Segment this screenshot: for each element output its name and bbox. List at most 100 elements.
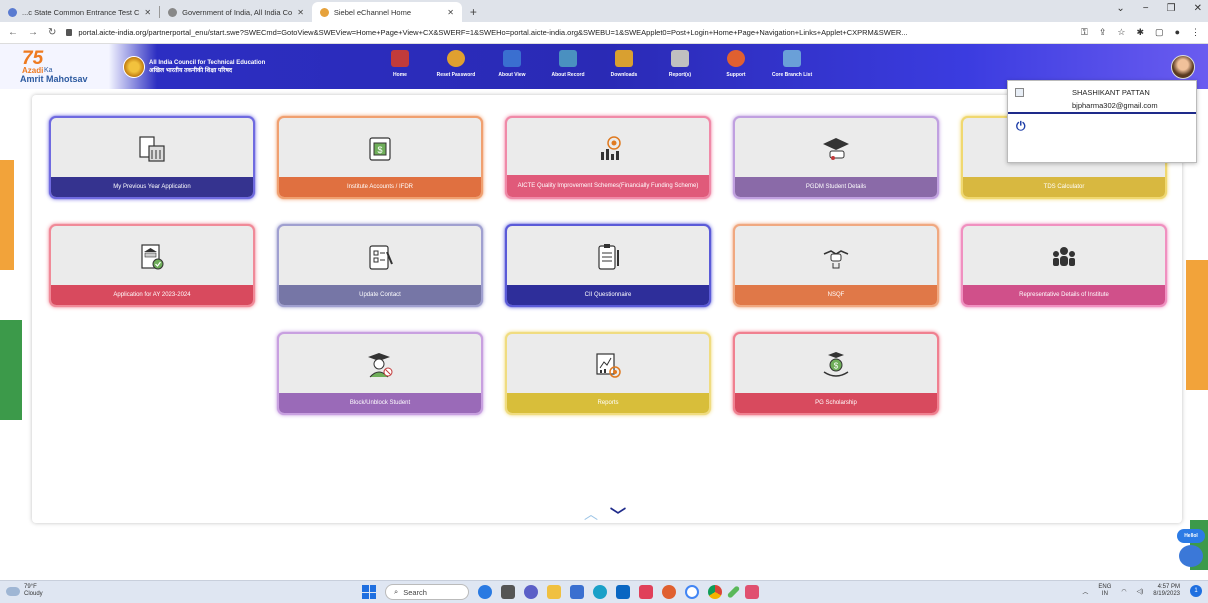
browser-app-icon[interactable] bbox=[662, 585, 676, 599]
tile-label: CII Questionnaire bbox=[507, 285, 709, 305]
tile-pg-scholarship[interactable]: $ PG Scholarship bbox=[733, 332, 939, 415]
browser-tab-2[interactable]: Government of India, All India Co ✕ bbox=[160, 2, 312, 22]
logout-power-icon[interactable]: ⏻ bbox=[1016, 119, 1026, 134]
reload-icon[interactable]: ↻ bbox=[48, 27, 56, 38]
url-field[interactable]: portal.aicte-india.org/partnerportal_enu… bbox=[66, 28, 1071, 37]
tile-cii-questionnaire[interactable]: CII Questionnaire bbox=[505, 224, 711, 307]
user-avatar[interactable] bbox=[1171, 55, 1195, 79]
site-favicon-icon bbox=[319, 7, 329, 17]
checklist-icon bbox=[365, 242, 395, 272]
logo-amrit-mahotsav: Amrit Mahotsav bbox=[20, 74, 88, 84]
search-placeholder: Search bbox=[403, 587, 427, 597]
taskbar-search[interactable]: ⌕ Search bbox=[385, 584, 469, 600]
scroll-down-chevron-icon[interactable]: ﹀ bbox=[610, 502, 626, 526]
scroll-up-chevron-icon[interactable]: ︿ bbox=[584, 504, 598, 524]
linkedin-app-icon[interactable] bbox=[616, 585, 630, 599]
tile-pgdm-student-details[interactable]: PGDM Student Details bbox=[733, 116, 939, 199]
windows-taskbar: 79°F Cloudy ⌕ Search ︿ ENG IN ◠ ◁) 4:57 bbox=[0, 580, 1208, 603]
nav-core-branch-list[interactable]: Core Branch List bbox=[764, 50, 820, 78]
forward-icon[interactable]: → bbox=[28, 27, 38, 38]
tab-search-icon[interactable]: ⌄ bbox=[1116, 3, 1124, 14]
weather-temp: 79°F bbox=[24, 584, 37, 590]
close-tab-icon[interactable]: ✕ bbox=[144, 8, 151, 17]
site-favicon-icon bbox=[8, 7, 17, 17]
nav-reset-password[interactable]: Reset Password bbox=[428, 50, 484, 78]
task-view-icon[interactable] bbox=[501, 585, 515, 599]
close-tab-icon[interactable]: ✕ bbox=[447, 8, 454, 17]
tile-institute-accounts-ifdr[interactable]: $ Institute Accounts / IFDR bbox=[277, 116, 483, 199]
nav-downloads[interactable]: Downloads bbox=[596, 50, 652, 78]
key-icon[interactable]: ⚿ bbox=[1081, 27, 1088, 38]
share-icon[interactable]: ⇪ bbox=[1099, 27, 1107, 38]
nav-label: About View bbox=[498, 72, 526, 78]
tile-my-previous-year-application[interactable]: My Previous Year Application bbox=[49, 116, 255, 199]
svg-text:$: $ bbox=[834, 362, 839, 371]
language-indicator[interactable]: ENG IN bbox=[1098, 584, 1111, 598]
about-record-icon bbox=[559, 50, 577, 67]
nav-reports[interactable]: Report(s) bbox=[652, 50, 708, 78]
windows-start-icon[interactable] bbox=[362, 585, 376, 599]
graduation-cap-icon bbox=[821, 134, 851, 164]
profile-icon[interactable]: ● bbox=[1175, 27, 1180, 38]
browser-tab-strip: ...c State Common Entrance Test C ✕ Gove… bbox=[0, 0, 1208, 22]
photos-app-icon[interactable] bbox=[745, 585, 759, 599]
about-view-icon bbox=[503, 50, 521, 67]
aicte-seal-icon bbox=[123, 56, 145, 78]
tile-reports[interactable]: Reports bbox=[505, 332, 711, 415]
weather-widget[interactable]: 79°F Cloudy bbox=[6, 584, 43, 598]
nav-about-record[interactable]: About Record bbox=[540, 50, 596, 78]
chat-app-icon[interactable] bbox=[524, 585, 538, 599]
cloud-icon bbox=[6, 586, 20, 596]
store-app-icon[interactable] bbox=[570, 585, 584, 599]
star-icon[interactable]: ☆ bbox=[1117, 27, 1125, 38]
browser-tab-1[interactable]: ...c State Common Entrance Test C ✕ bbox=[0, 2, 159, 22]
restore-icon[interactable]: ❐ bbox=[1167, 3, 1176, 14]
close-window-icon[interactable]: ✕ bbox=[1194, 3, 1202, 14]
tile-nsqf[interactable]: NSQF bbox=[733, 224, 939, 307]
azadi-ka-amrit-mahotsav-logo: 75 Azadi Ka Amrit Mahotsav bbox=[4, 48, 92, 86]
reports-chart-icon bbox=[593, 350, 623, 380]
nav-label: Home bbox=[393, 72, 407, 78]
notification-badge[interactable]: 1 bbox=[1190, 585, 1202, 597]
volume-icon[interactable]: ◁) bbox=[1137, 588, 1144, 595]
file-explorer-icon[interactable] bbox=[547, 585, 561, 599]
tile-label: Representative Details of Institute bbox=[963, 285, 1165, 305]
tile-aicte-quality-improvement-schemes[interactable]: AICTE Quality Improvement Schemes(Financ… bbox=[505, 116, 711, 199]
minimize-icon[interactable]: − bbox=[1143, 3, 1149, 14]
lock-icon bbox=[66, 29, 73, 36]
close-tab-icon[interactable]: ✕ bbox=[297, 8, 304, 17]
extensions-icon[interactable]: ✱ bbox=[1137, 27, 1145, 38]
tile-label: Block/Unblock Student bbox=[279, 393, 481, 413]
nav-support[interactable]: Support bbox=[708, 50, 764, 78]
tile-label: AICTE Quality Improvement Schemes(Financ… bbox=[507, 175, 709, 197]
chatbot-label: HelloI bbox=[1177, 529, 1205, 543]
back-icon[interactable]: ← bbox=[8, 27, 18, 38]
user-popup: SHASHIKANT PATTAN bjpharma302@gmail.com … bbox=[1007, 80, 1197, 163]
bing-app-icon[interactable] bbox=[478, 585, 492, 599]
tile-block-unblock-student[interactable]: Block/Unblock Student bbox=[277, 332, 483, 415]
system-clock[interactable]: 4:57 PM 8/19/2023 bbox=[1153, 584, 1180, 598]
new-tab-button[interactable]: + bbox=[462, 5, 485, 22]
chrome-app-icon[interactable] bbox=[708, 585, 722, 599]
tray-chevron-icon[interactable]: ︿ bbox=[1082, 587, 1088, 596]
tile-label: TDS Calculator bbox=[963, 177, 1165, 197]
reports-icon bbox=[671, 50, 689, 67]
core-branch-list-icon bbox=[783, 50, 801, 67]
pen-app-icon[interactable] bbox=[726, 585, 741, 599]
tile-representative-details-of-institute[interactable]: Representative Details of Institute bbox=[961, 224, 1167, 307]
menu-icon[interactable]: ⋮ bbox=[1191, 27, 1200, 38]
student-block-icon bbox=[365, 350, 395, 380]
reset-password-icon bbox=[447, 50, 465, 67]
sidebar-icon[interactable]: ▢ bbox=[1155, 27, 1164, 38]
nav-label: Report(s) bbox=[668, 72, 692, 78]
pocket-app-icon[interactable] bbox=[639, 585, 653, 599]
browser-tab-3[interactable]: Siebel eChannel Home ✕ bbox=[311, 2, 462, 22]
google-app-icon[interactable] bbox=[685, 585, 699, 599]
edge-app-icon[interactable] bbox=[593, 585, 607, 599]
chatbot-widget[interactable]: HelloI bbox=[1177, 529, 1205, 569]
tile-update-contact[interactable]: Update Contact bbox=[277, 224, 483, 307]
tile-application-for-ay-2023-2024[interactable]: Application for AY 2023-2024 bbox=[49, 224, 255, 307]
nav-about-view[interactable]: About View bbox=[484, 50, 540, 78]
wifi-icon[interactable]: ◠ bbox=[1121, 588, 1126, 595]
nav-home[interactable]: Home bbox=[372, 50, 428, 78]
